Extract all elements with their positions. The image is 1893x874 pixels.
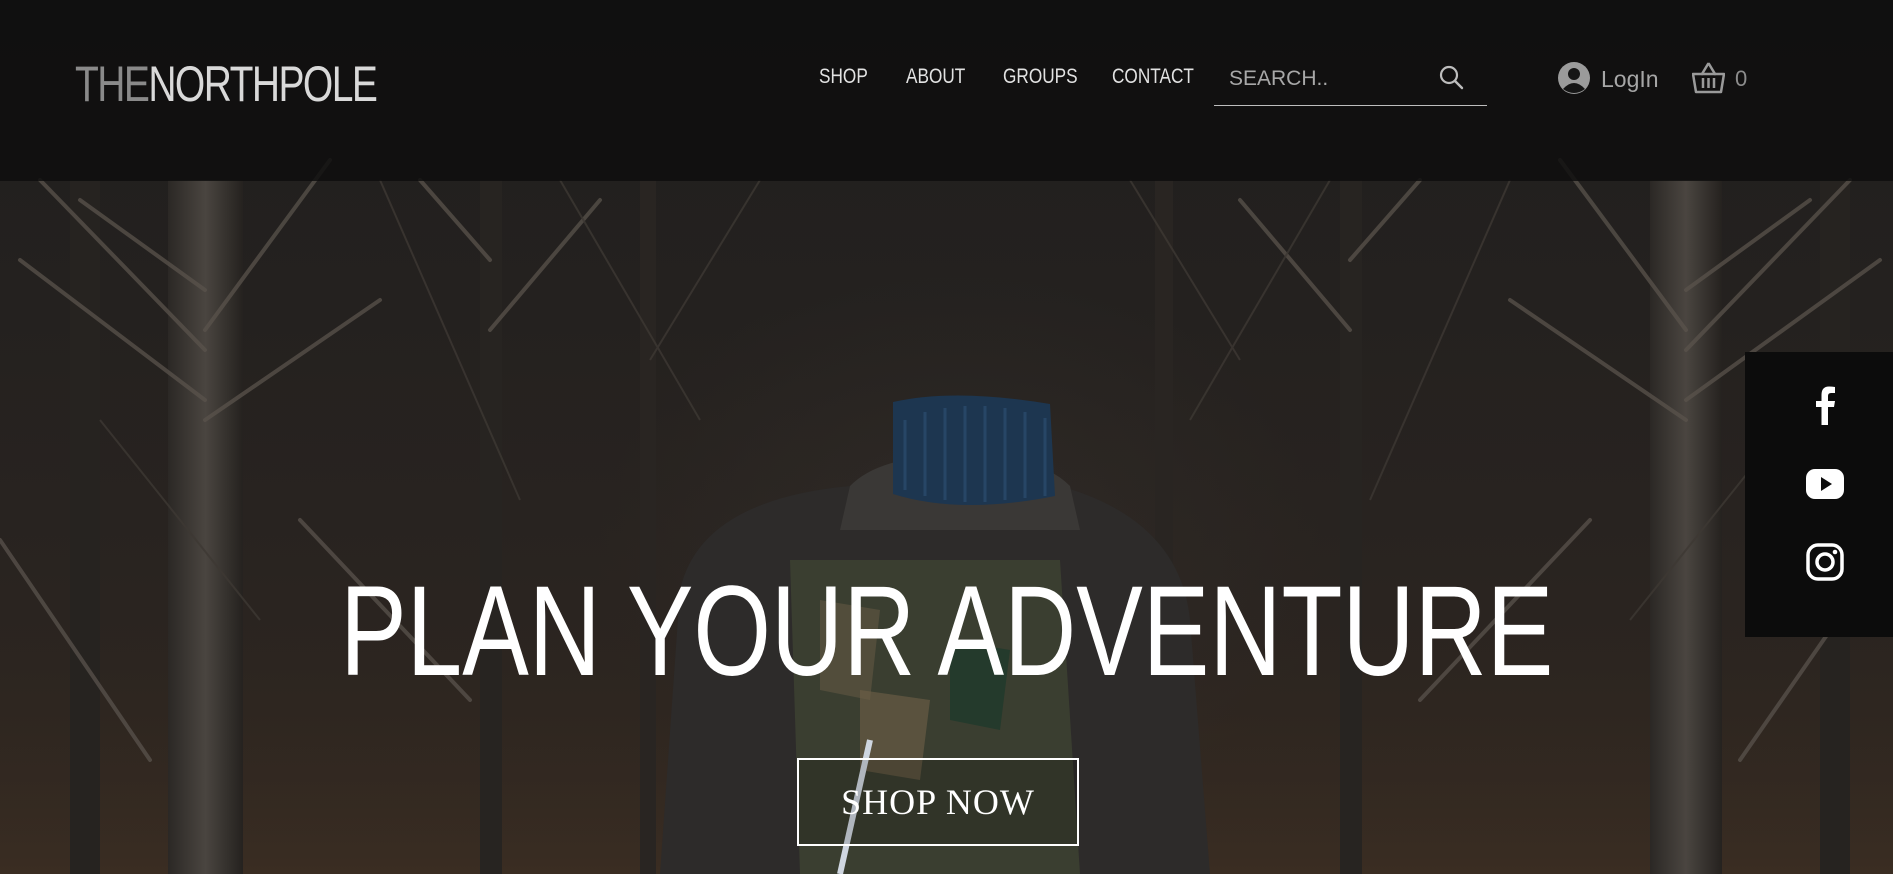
hero-headline: PLAN YOUR ADVENTURE <box>0 562 1893 702</box>
search-input[interactable] <box>1229 61 1439 97</box>
user-avatar-icon <box>1558 62 1590 94</box>
youtube-icon[interactable] <box>1805 464 1845 504</box>
facebook-icon[interactable] <box>1805 385 1845 425</box>
nav-shop[interactable]: SHOP <box>819 62 868 92</box>
site-logo[interactable]: THENORTHPOLE <box>75 54 378 114</box>
search-icon[interactable] <box>1438 64 1464 90</box>
logo-prefix: THE <box>75 56 150 112</box>
nav-contact[interactable]: CONTACT <box>1112 62 1194 92</box>
login-label: LogIn <box>1601 66 1659 92</box>
hero-headline-text: PLAN YOUR ADVENTURE <box>339 560 1554 703</box>
shop-now-button[interactable]: SHOP NOW <box>797 758 1079 846</box>
header: THENORTHPOLE SHOP ABOUT GROUPS CONTACT L… <box>0 0 1893 181</box>
cart-count: 0 <box>1735 66 1748 91</box>
nav-about[interactable]: ABOUT <box>906 62 965 92</box>
nav-groups[interactable]: GROUPS <box>1003 62 1078 92</box>
basket-icon <box>1692 62 1725 94</box>
logo-suffix: NORTHPOLE <box>148 56 378 112</box>
